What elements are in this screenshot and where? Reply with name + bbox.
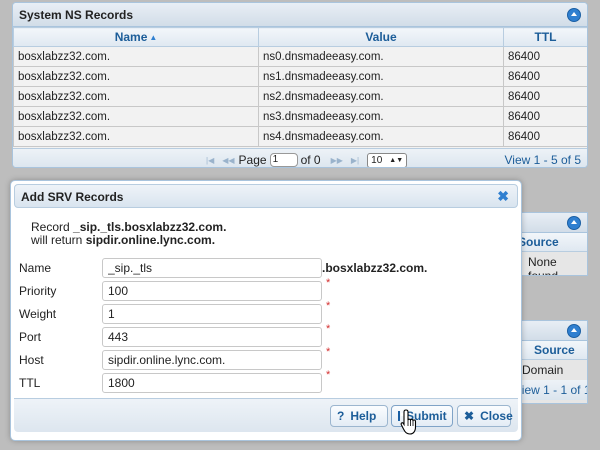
select-arrows-icon: ▲▼ xyxy=(389,156,404,164)
weight-field[interactable] xyxy=(102,304,322,324)
dialog-button-bar: ? Help Submit ✖ Close xyxy=(14,398,518,432)
next-page-icon[interactable]: ▶▶ xyxy=(331,156,343,165)
background-panel-1: Source None found xyxy=(514,212,588,276)
close-icon[interactable]: ✖ xyxy=(497,188,509,205)
priority-field[interactable] xyxy=(102,281,322,301)
column-header-name[interactable]: Name ▲ xyxy=(13,27,259,47)
cell-ttl: 86400 xyxy=(503,46,587,67)
page-label: Page xyxy=(238,153,267,167)
panel-title: System NS Records xyxy=(19,8,134,22)
table-row[interactable]: bosxlabzz32.com. ns3.dnsmadeeasy.com. 86… xyxy=(13,106,587,127)
cell-value: ns4.dnsmadeeasy.com. xyxy=(258,126,504,147)
port-label: Port xyxy=(19,330,42,344)
hand-cursor-icon xyxy=(400,409,417,435)
required-marker: * xyxy=(326,369,331,381)
required-marker: * xyxy=(326,323,331,335)
host-label: Host xyxy=(19,353,44,367)
panel-header: System NS Records xyxy=(13,3,587,27)
table-row[interactable]: bosxlabzz32.com. ns0.dnsmadeeasy.com. 86… xyxy=(13,46,587,67)
host-field[interactable] xyxy=(102,350,322,370)
empty-message: None found xyxy=(528,255,559,276)
background-panel-2: Source Domain View 1 - 1 of 1 xyxy=(514,320,588,404)
pager-info: View 1 - 1 of 1 xyxy=(514,380,587,400)
first-page-icon[interactable]: |◀ xyxy=(206,156,214,165)
pager: |◀ ◀◀ Page 1 of 0 ▶▶ ▶| 10 ▲▼ View 1 - 5 … xyxy=(13,148,587,167)
required-marker: * xyxy=(326,346,331,358)
panel-header xyxy=(514,213,587,233)
cell-source: Domain xyxy=(522,363,564,377)
table-header-row: Name ▲ Value TTL xyxy=(13,27,587,47)
close-icon: ✖ xyxy=(464,409,475,423)
collapse-icon[interactable] xyxy=(567,216,581,230)
name-field[interactable] xyxy=(102,258,322,278)
pager-info: View 1 - 5 of 5 xyxy=(504,153,582,167)
column-header-source[interactable]: Source xyxy=(514,233,587,252)
help-icon: ? xyxy=(337,409,345,423)
ttl-field[interactable] xyxy=(102,373,322,393)
pager-nav: |◀ ◀◀ Page 1 of 0 ▶▶ ▶| 10 ▲▼ xyxy=(202,152,408,167)
record-name: _sip._tls.bosxlabzz32.com. xyxy=(73,220,227,234)
cell-name: bosxlabzz32.com. xyxy=(13,106,259,127)
cell-name: bosxlabzz32.com. xyxy=(13,126,259,147)
required-marker: * xyxy=(326,277,331,289)
cell-name: bosxlabzz32.com. xyxy=(13,46,259,67)
cell-ttl: 86400 xyxy=(503,126,587,147)
close-button[interactable]: ✖ Close xyxy=(457,405,513,427)
cell-ttl: 86400 xyxy=(503,66,587,87)
dialog-title: Add SRV Records xyxy=(21,190,124,204)
cell-name: bosxlabzz32.com. xyxy=(13,66,259,87)
help-button[interactable]: ? Help xyxy=(330,405,388,427)
cell-value: ns3.dnsmadeeasy.com. xyxy=(258,106,504,127)
rows-per-page-select[interactable]: 10 ▲▼ xyxy=(367,152,408,167)
cell-value: ns2.dnsmadeeasy.com. xyxy=(258,86,504,107)
system-ns-records-panel: System NS Records Name ▲ Value TTL bosxla… xyxy=(12,2,588,168)
collapse-icon[interactable] xyxy=(567,324,581,338)
record-target: sipdir.online.lync.com. xyxy=(85,233,216,247)
ns-records-table: Name ▲ Value TTL bosxlabzz32.com. ns0.dns… xyxy=(13,27,587,147)
cell-ttl: 86400 xyxy=(503,106,587,127)
table-row[interactable]: bosxlabzz32.com. ns4.dnsmadeeasy.com. 86… xyxy=(13,126,587,147)
prev-page-icon[interactable]: ◀◀ xyxy=(222,156,234,165)
page-count-label: of 0 xyxy=(300,153,321,167)
domain-suffix: .bosxlabzz32.com. xyxy=(322,261,428,275)
required-marker: * xyxy=(326,300,331,312)
cell-value: ns1.dnsmadeeasy.com. xyxy=(258,66,504,87)
column-header-value[interactable]: Value xyxy=(258,27,504,47)
name-label: Name xyxy=(19,261,52,275)
table-row[interactable]: bosxlabzz32.com. ns2.dnsmadeeasy.com. 86… xyxy=(13,86,587,107)
record-description: Record _sip._tls.bosxlabzz32.com. will r… xyxy=(31,220,227,247)
table-row[interactable]: bosxlabzz32.com. ns1.dnsmadeeasy.com. 86… xyxy=(13,66,587,87)
weight-label: Weight xyxy=(19,307,57,321)
ttl-label: TTL xyxy=(19,376,41,390)
dialog-header: Add SRV Records ✖ xyxy=(14,184,518,208)
column-header-ttl[interactable]: TTL xyxy=(503,27,587,47)
priority-label: Priority xyxy=(19,284,57,298)
page-number-input[interactable]: 1 xyxy=(269,153,298,167)
add-srv-records-dialog: Add SRV Records ✖ Record _sip._tls.bosxl… xyxy=(10,180,522,441)
cell-ttl: 86400 xyxy=(503,86,587,107)
cell-name: bosxlabzz32.com. xyxy=(13,86,259,107)
column-header-source[interactable]: Source xyxy=(514,341,587,360)
last-page-icon[interactable]: ▶| xyxy=(351,156,359,165)
sort-asc-icon[interactable]: ▲ xyxy=(149,33,157,42)
collapse-icon[interactable] xyxy=(567,8,581,22)
port-field[interactable] xyxy=(102,327,322,347)
cell-value: ns0.dnsmadeeasy.com. xyxy=(258,46,504,67)
panel-header xyxy=(514,321,587,341)
